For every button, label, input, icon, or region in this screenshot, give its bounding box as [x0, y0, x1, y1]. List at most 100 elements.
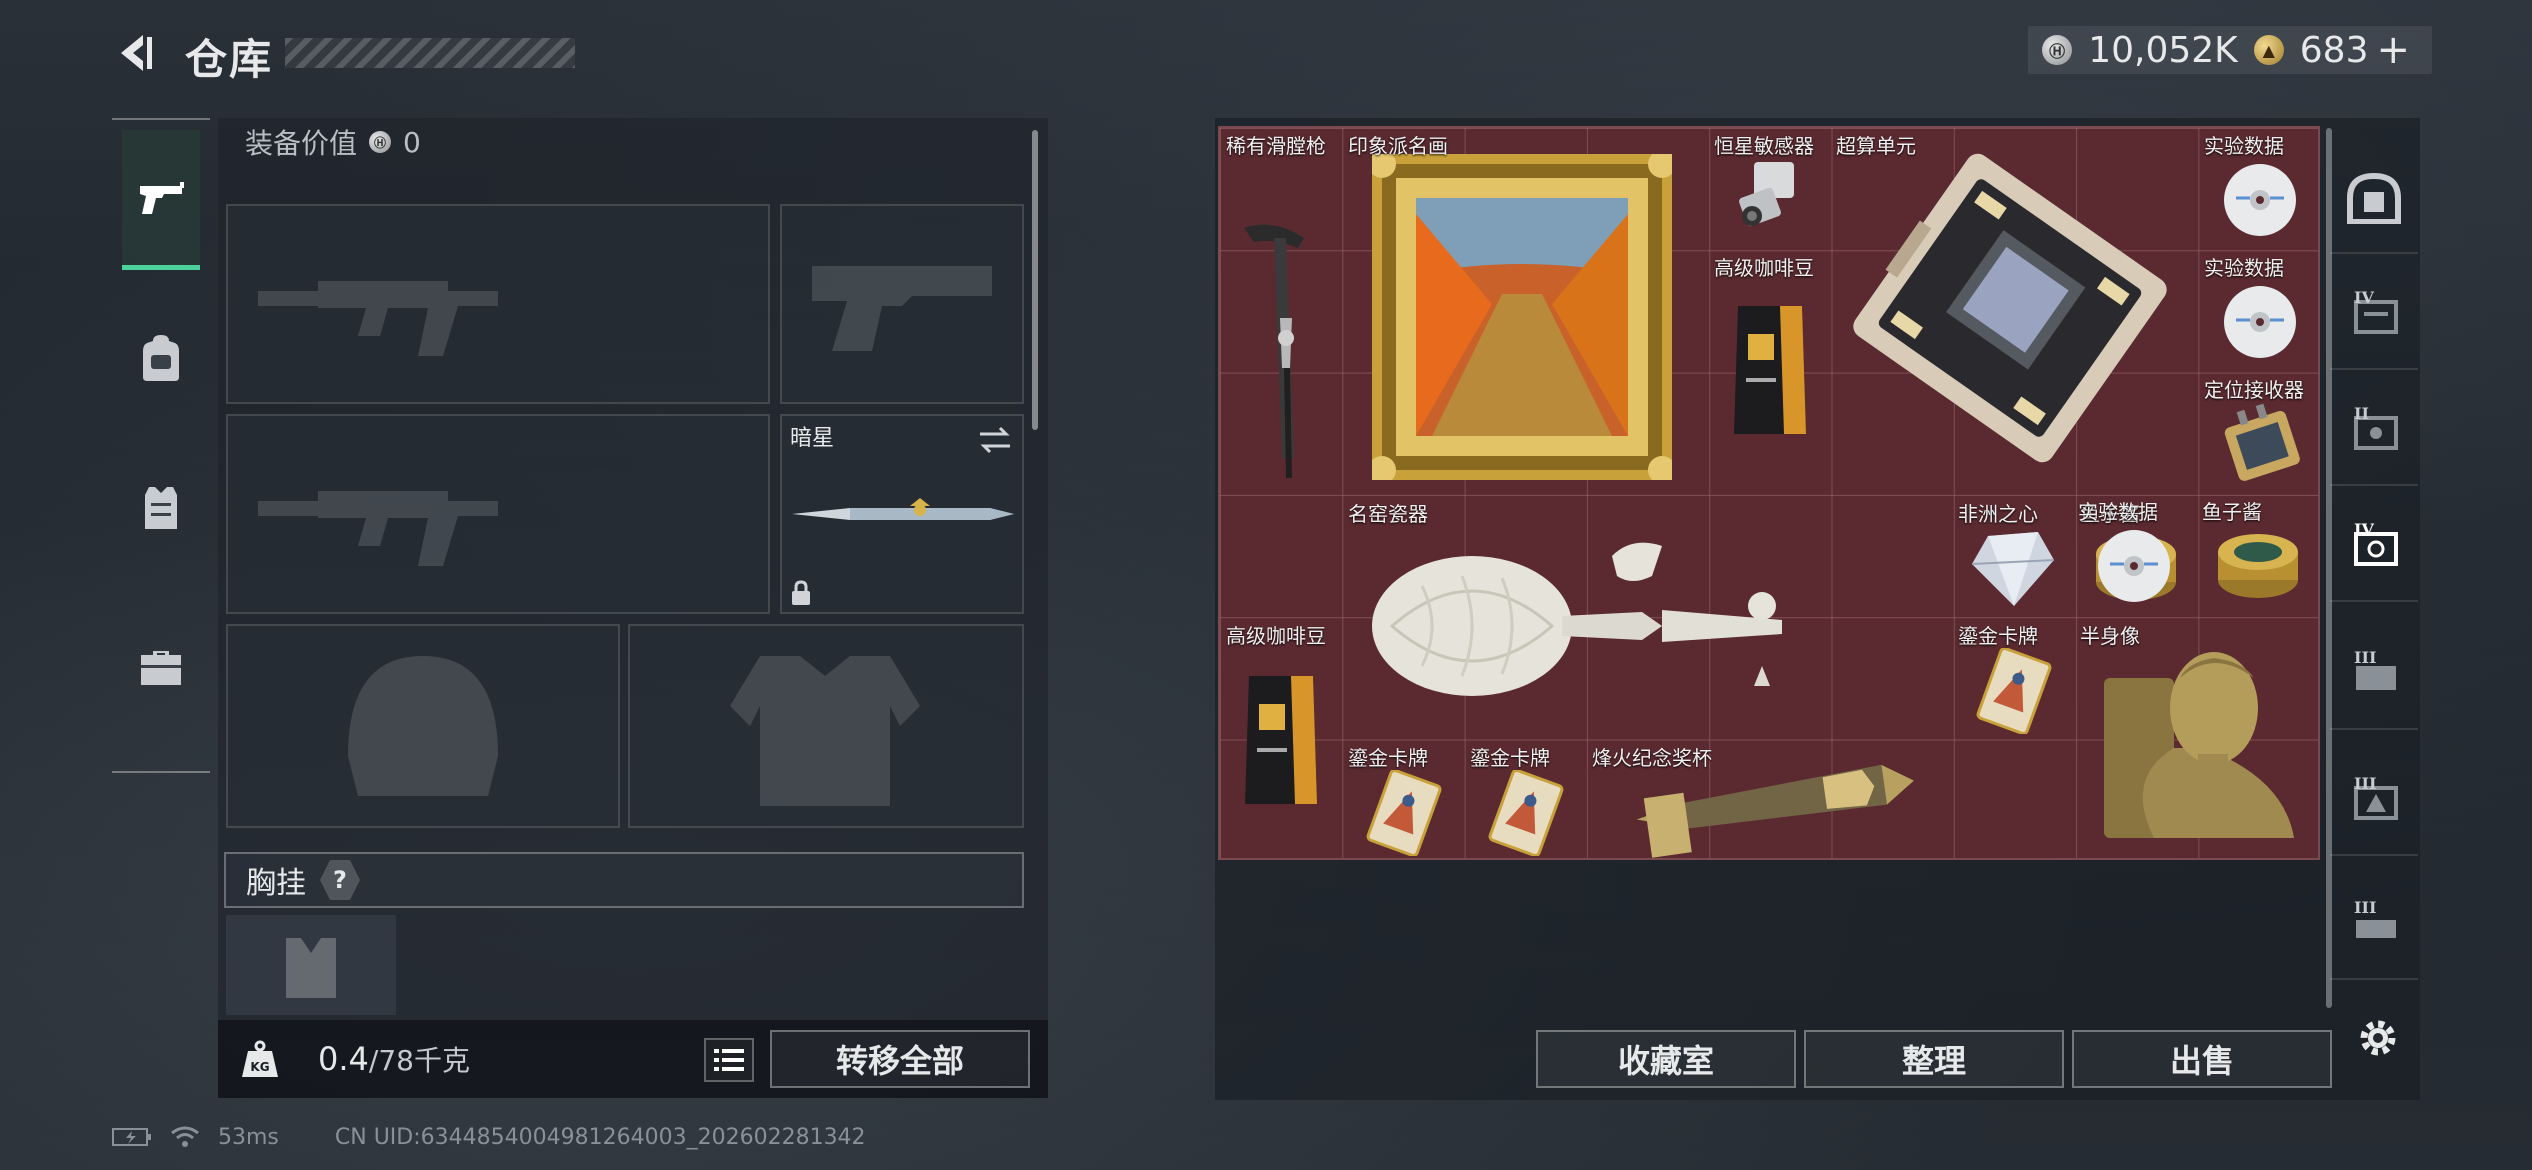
storage-item[interactable]: 实验数据 [2198, 128, 2320, 250]
caviar-tin-icon [2218, 534, 2298, 598]
storage-tabs: IV II IV III III III [2330, 120, 2418, 1000]
sensor-icon [1739, 162, 1794, 227]
sidearm-slot[interactable] [780, 204, 1024, 404]
item-name: 恒星敏感器 [1714, 134, 1814, 158]
tab-storage-3[interactable]: IV [2330, 492, 2418, 602]
silver-coin-icon: Ⓗ [2042, 35, 2073, 65]
transfer-all-button[interactable]: 转移全部 [770, 1030, 1030, 1088]
painting-icon [1372, 154, 1672, 480]
sell-button[interactable]: 出售 [2072, 1030, 2332, 1088]
pistol-icon [140, 181, 184, 214]
tab-storage-5[interactable]: III [2330, 746, 2418, 856]
gold-currency-value: 683 [2299, 29, 2369, 71]
item-name: 名窑瓷器 [1348, 502, 1428, 526]
storage-item[interactable]: 超算单元 [1830, 128, 2198, 496]
silver-coin-icon: Ⓗ [369, 131, 392, 153]
item-name: 实验数据 [2204, 134, 2284, 158]
storage-item[interactable]: 鎏金卡牌 [1464, 740, 1586, 862]
storage-item[interactable]: 鱼子酱 [2196, 494, 2318, 616]
armor-silhouette-icon [730, 656, 920, 806]
diamond-icon [1971, 532, 2055, 606]
storage-item[interactable]: 鎏金卡牌 [1952, 618, 2074, 740]
circuit-board-icon [1853, 153, 2167, 463]
nav-backpack[interactable] [122, 288, 200, 428]
tier-label: IV [2354, 288, 2374, 307]
gold-coin-icon: ▲ [2253, 35, 2284, 65]
silver-currency-value: 10,052K [2088, 29, 2238, 71]
settings-button[interactable] [2350, 1010, 2406, 1066]
storage-item[interactable]: 烽火纪念奖杯 [1586, 740, 1952, 862]
item-name: 鎏金卡牌 [1348, 746, 1428, 770]
storage-item[interactable]: 高级咖啡豆 [1220, 618, 1342, 862]
list-view-button[interactable] [704, 1038, 754, 1082]
gold-card-icon [1488, 770, 1564, 856]
rifle-silhouette-icon [258, 491, 498, 566]
primary-weapon-slot-1[interactable] [226, 204, 770, 404]
storage-item[interactable]: 实验数据 [2072, 494, 2196, 616]
equipment-category-nav [112, 118, 210, 773]
nav-tools[interactable] [122, 598, 200, 738]
nav-armor[interactable] [122, 438, 200, 578]
battery-icon [112, 1128, 151, 1146]
storage-item[interactable]: 恒星敏感器 [1708, 128, 1830, 250]
storage-item[interactable]: 印象派名画 [1342, 128, 1708, 496]
chest-rig-slot[interactable] [226, 915, 396, 1015]
weight-max: /78千克 [368, 1044, 470, 1077]
swap-icon[interactable] [978, 426, 1012, 454]
melee-slot[interactable]: 暗星 [780, 414, 1024, 614]
back-arrow-icon [121, 35, 152, 71]
collection-room-button[interactable]: 收藏室 [1536, 1030, 1796, 1088]
equipment-scrollbar[interactable] [1032, 130, 1038, 430]
storage-item[interactable]: 鎏金卡牌 [1342, 740, 1464, 862]
nav-weapons[interactable] [122, 130, 200, 270]
back-button[interactable] [110, 28, 160, 78]
chest-rig-label: 胸挂 [246, 866, 306, 901]
tab-storage-1[interactable]: IV [2330, 260, 2418, 370]
body-armor-slot[interactable] [628, 624, 1024, 828]
item-name: 超算单元 [1836, 134, 1916, 158]
storage-item[interactable]: 半身像 [2074, 618, 2320, 862]
item-name: 鱼子酱 [2202, 500, 2262, 524]
storage-item[interactable]: 稀有滑膛枪 [1220, 128, 1342, 496]
safe-icon [2347, 172, 2401, 224]
carry-weight: 0.4/78千克 [318, 1039, 470, 1079]
tier-label: III [2354, 774, 2377, 793]
porcelain-vase-icon [1372, 542, 1782, 696]
receiver-icon [2224, 403, 2300, 481]
item-name: 定位接收器 [2204, 378, 2304, 402]
gear-icon [2360, 1020, 2396, 1056]
user-uid: CN UID:6344854004981264003_202602281342 [334, 1124, 866, 1150]
ping-value: 53ms [218, 1124, 279, 1150]
primary-weapon-slot-2[interactable] [226, 414, 770, 614]
vest-icon [145, 487, 177, 529]
list-icon [714, 1049, 744, 1071]
melee-slot-label: 暗星 [790, 426, 835, 451]
storage-item[interactable]: 非洲之心 [1952, 496, 2074, 618]
disc-icon [2224, 286, 2296, 358]
helmet-slot[interactable] [226, 624, 620, 828]
bust-statue-icon [2104, 652, 2294, 838]
tab-storage-2[interactable]: II [2330, 376, 2418, 486]
tab-storage-6[interactable]: III [2330, 870, 2418, 980]
disc-icon [2224, 164, 2296, 236]
storage-item[interactable]: 名窑瓷器 [1342, 496, 1830, 740]
equipment-footer: KG 0.4/78千克 转移全部 [218, 1020, 1048, 1098]
helmet-silhouette-icon [348, 656, 498, 796]
storage-item[interactable]: 高级咖啡豆 [1708, 250, 1830, 496]
help-icon[interactable]: ? [320, 860, 360, 900]
storage-item[interactable]: 定位接收器 [2198, 372, 2320, 494]
storage-item[interactable]: 实验数据 [2198, 250, 2320, 372]
tab-safe[interactable] [2330, 144, 2418, 254]
tab-storage-4[interactable]: III [2330, 620, 2418, 730]
page-title: 仓库 [185, 35, 274, 84]
sort-button[interactable]: 整理 [1804, 1030, 2064, 1088]
item-name: 稀有滑膛枪 [1226, 134, 1326, 158]
item-name: 非洲之心 [1958, 502, 2038, 526]
knife-icon [792, 498, 1014, 520]
weight-icon: KG [232, 1031, 288, 1087]
chest-rig-header[interactable]: 胸挂 ? [224, 852, 1024, 908]
add-currency-button[interactable]: + [2376, 27, 2410, 73]
chest-rig-silhouette-icon [286, 938, 336, 998]
disc-icon [2098, 530, 2170, 602]
gold-card-icon [1366, 770, 1442, 856]
